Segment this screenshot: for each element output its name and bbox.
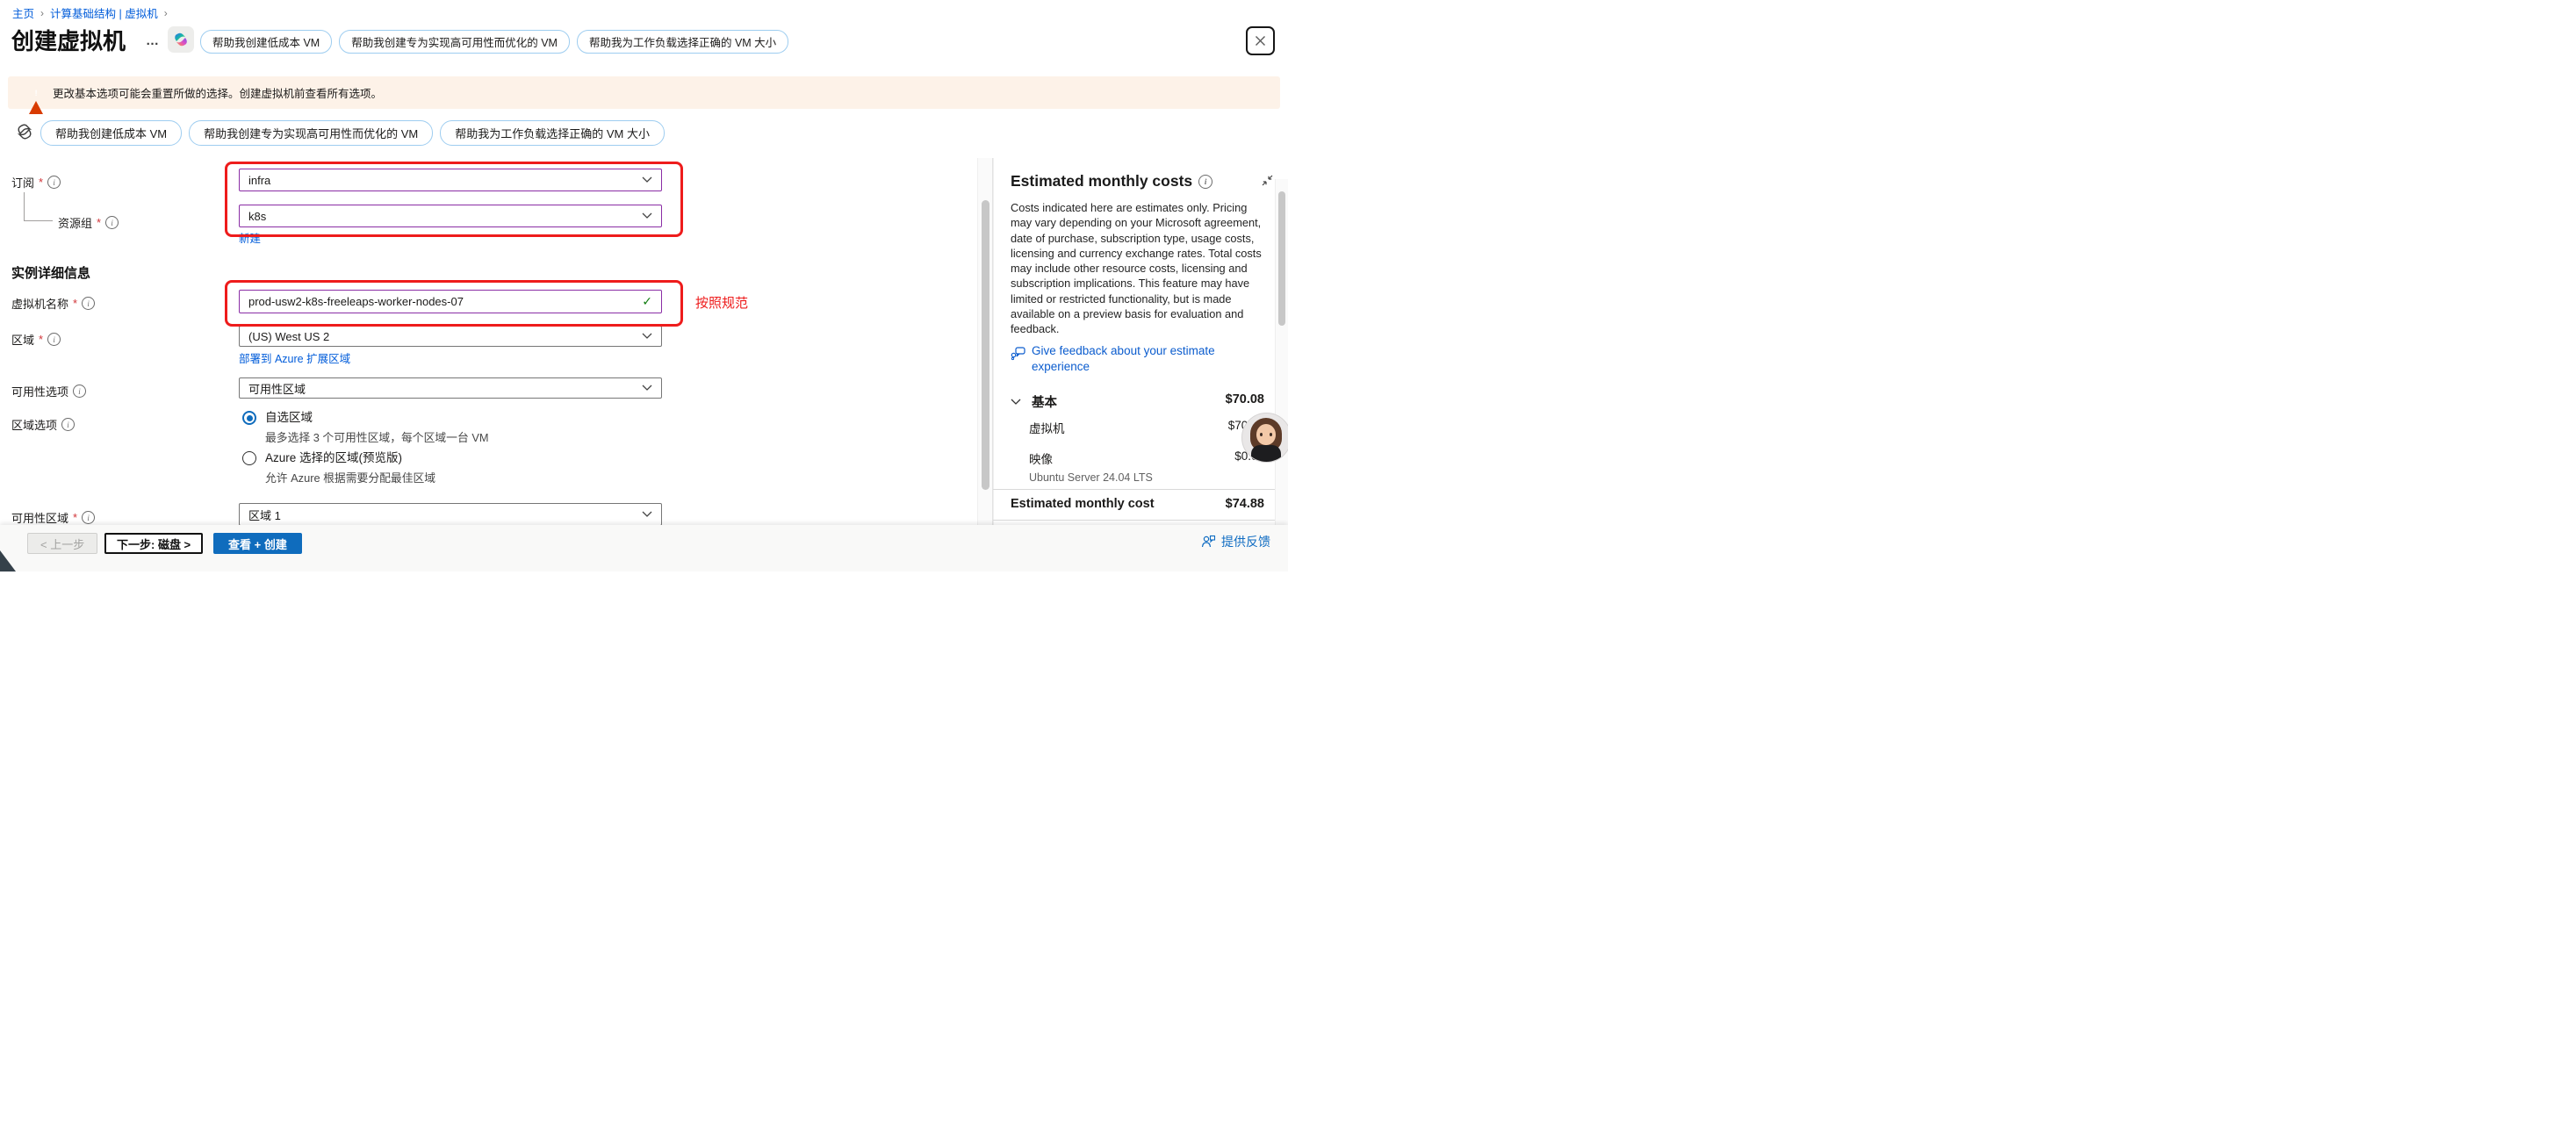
chevron-down-icon — [642, 511, 652, 518]
help-vm-size-button[interactable]: 帮助我为工作负载选择正确的 VM 大小 — [440, 120, 665, 146]
group-amount: $70.08 — [1226, 392, 1264, 406]
help-high-availability-button[interactable]: 帮助我创建专为实现高可用性而优化的 VM — [339, 30, 570, 54]
corner-cursor-shape — [0, 550, 16, 572]
availability-options-dropdown[interactable]: 可用性区域 — [239, 377, 662, 399]
radio-self-selected-zones[interactable]: 自选区域 — [242, 411, 313, 425]
basic-group-row[interactable]: 基本 — [1011, 392, 1057, 411]
info-icon[interactable]: i — [73, 385, 86, 398]
copilot-outline-icon — [14, 121, 35, 142]
costs-panel-title: Estimated monthly costs i — [1011, 172, 1212, 190]
radio-azure-selected-desc: 允许 Azure 根据需要分配最佳区域 — [265, 469, 435, 485]
create-vm-page: 主页 › 计算基础结构 | 虚拟机 › 创建虚拟机 … 帮助我创建低成本 VM … — [0, 0, 1288, 572]
annotation-note: 按照规范 — [695, 293, 748, 312]
panel-hr — [993, 520, 1288, 521]
info-icon[interactable]: i — [82, 511, 95, 524]
chevron-right-icon: › — [164, 7, 168, 19]
collapse-panel-button[interactable] — [1261, 174, 1274, 191]
section-title: 实例详细信息 — [11, 263, 90, 282]
radio-self-selected-desc: 最多选择 3 个可用性区域，每个区域一台 VM — [265, 428, 489, 445]
panel-hr — [993, 489, 1288, 490]
radio-selected-icon[interactable] — [242, 411, 256, 425]
close-button[interactable] — [1246, 26, 1275, 55]
info-icon[interactable]: i — [47, 176, 61, 189]
body-suggestions: 帮助我创建低成本 VM 帮助我创建专为实现高可用性而优化的 VM 帮助我为工作负… — [40, 120, 665, 146]
info-icon[interactable]: i — [82, 297, 95, 310]
subscription-dropdown[interactable]: infra — [239, 169, 662, 191]
breadcrumb-home-link[interactable]: 主页 — [12, 4, 34, 21]
estimate-feedback-link[interactable]: Give feedback about your estimate experi… — [1011, 343, 1276, 374]
resource-group-label: 资源组* i — [58, 214, 119, 231]
chevron-down-icon — [642, 333, 652, 340]
header-suggestions: 帮助我创建低成本 VM 帮助我创建专为实现高可用性而优化的 VM 帮助我为工作负… — [200, 30, 788, 54]
help-low-cost-button[interactable]: 帮助我创建低成本 VM — [40, 120, 182, 146]
availability-options-label: 可用性选项 i — [11, 383, 86, 399]
avatar[interactable] — [1241, 413, 1288, 463]
costs-disclaimer: Costs indicated here are estimates only.… — [1011, 200, 1268, 337]
group-label: 基本 — [1032, 392, 1057, 411]
help-high-availability-button[interactable]: 帮助我创建专为实现高可用性而优化的 VM — [189, 120, 433, 146]
avatar-shirt — [1251, 445, 1281, 463]
info-icon[interactable]: i — [105, 216, 119, 229]
info-icon[interactable]: i — [47, 333, 61, 346]
image-cost-label: 映像 — [1029, 449, 1053, 467]
copilot-button[interactable] — [168, 26, 194, 53]
close-icon — [1255, 35, 1266, 47]
copilot-icon — [172, 31, 190, 48]
availability-zone-label: 可用性区域* i — [11, 509, 95, 526]
total-label: Estimated monthly cost — [1011, 497, 1155, 511]
chevron-down-icon — [642, 212, 652, 219]
valid-check-icon: ✓ — [642, 294, 652, 309]
image-cost-sub: Ubuntu Server 24.04 LTS — [1029, 471, 1153, 484]
total-amount: $74.88 — [1226, 497, 1264, 511]
footer-bar: < 上一步 下一步: 磁盘 > 查看 + 创建 提供反馈 — [0, 525, 1288, 572]
copilot-outline-button[interactable] — [14, 121, 35, 147]
warning-text: 更改基本选项可能会重置所做的选择。创建虚拟机前查看所有选项。 — [53, 84, 382, 101]
person-feedback-icon — [1201, 535, 1216, 549]
subscription-label: 订阅* i — [11, 174, 61, 190]
chevron-right-icon: › — [40, 7, 44, 19]
field-connector — [24, 192, 53, 221]
next-disks-button[interactable]: 下一步: 磁盘 > — [104, 533, 203, 554]
vm-cost-label: 虚拟机 — [1029, 419, 1065, 436]
chevron-down-icon — [1011, 399, 1021, 406]
previous-button[interactable]: < 上一步 — [27, 533, 97, 554]
breadcrumb-vm-link[interactable]: 计算基础结构 | 虚拟机 — [50, 4, 158, 21]
ellipsis-menu[interactable]: … — [146, 33, 160, 48]
edge-zone-link[interactable]: 部署到 Azure 扩展区域 — [239, 349, 350, 366]
info-icon[interactable]: i — [61, 418, 75, 431]
radio-azure-selected-zones[interactable]: Azure 选择的区域(预览版) — [242, 451, 402, 465]
radio-unselected-icon[interactable] — [242, 451, 256, 465]
help-low-cost-button[interactable]: 帮助我创建低成本 VM — [200, 30, 332, 54]
vm-name-label: 虚拟机名称* i — [11, 295, 95, 312]
zone-options-label: 区域选项 i — [11, 416, 75, 433]
warning-banner: ! 更改基本选项可能会重置所做的选择。创建虚拟机前查看所有选项。 — [8, 76, 1280, 109]
breadcrumb: 主页 › 计算基础结构 | 虚拟机 › — [12, 4, 168, 21]
main-scrollbar-thumb[interactable] — [982, 200, 989, 490]
warning-icon: ! — [29, 86, 44, 99]
vm-name-input[interactable]: prod-usw2-k8s-freeleaps-worker-nodes-07 … — [239, 290, 662, 313]
chevron-down-icon — [642, 385, 652, 392]
review-create-button[interactable]: 查看 + 创建 — [213, 533, 302, 554]
panel-divider — [992, 158, 993, 572]
new-resource-group-link[interactable]: 新建 — [239, 229, 261, 246]
region-dropdown[interactable]: (US) West US 2 — [239, 326, 662, 347]
feedback-bubbles-icon — [1011, 346, 1025, 361]
collapse-icon — [1261, 174, 1274, 187]
availability-zone-dropdown[interactable]: 区域 1 — [239, 503, 662, 526]
panel-scrollbar — [1275, 179, 1288, 572]
chevron-down-icon — [642, 176, 652, 183]
help-vm-size-button[interactable]: 帮助我为工作负载选择正确的 VM 大小 — [577, 30, 788, 54]
info-icon[interactable]: i — [1198, 175, 1212, 189]
page-title: 创建虚拟机 — [11, 24, 126, 56]
resource-group-dropdown[interactable]: k8s — [239, 205, 662, 227]
panel-scrollbar-thumb[interactable] — [1278, 191, 1285, 326]
region-label: 区域* i — [11, 331, 61, 348]
feedback-link[interactable]: 提供反馈 — [1201, 533, 1270, 550]
